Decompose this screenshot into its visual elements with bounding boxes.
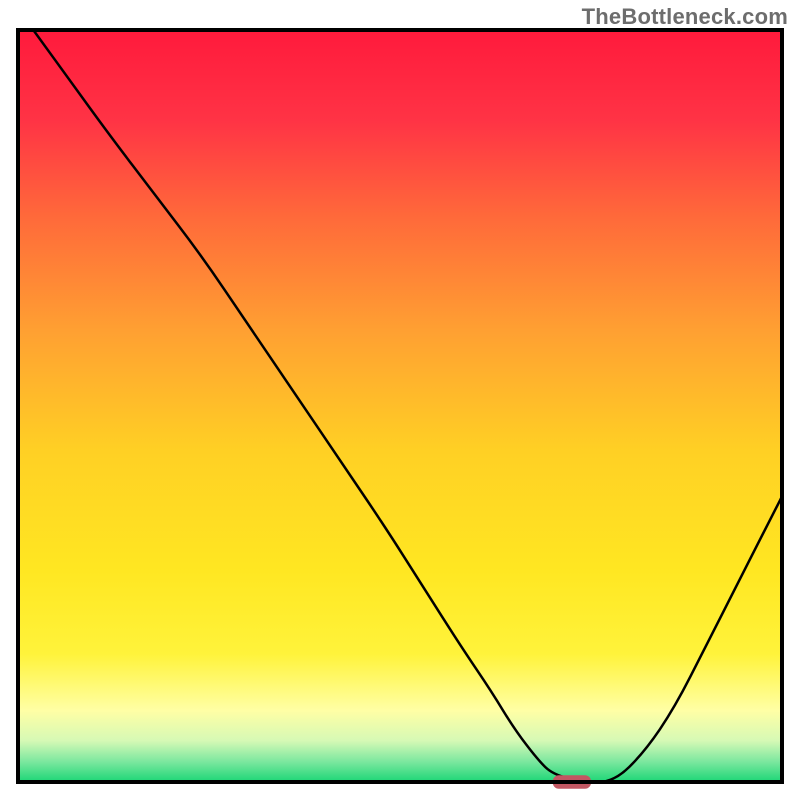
chart-stage: TheBottleneck.com	[0, 0, 800, 800]
plot-background	[18, 30, 782, 782]
bottleneck-chart	[0, 0, 800, 800]
